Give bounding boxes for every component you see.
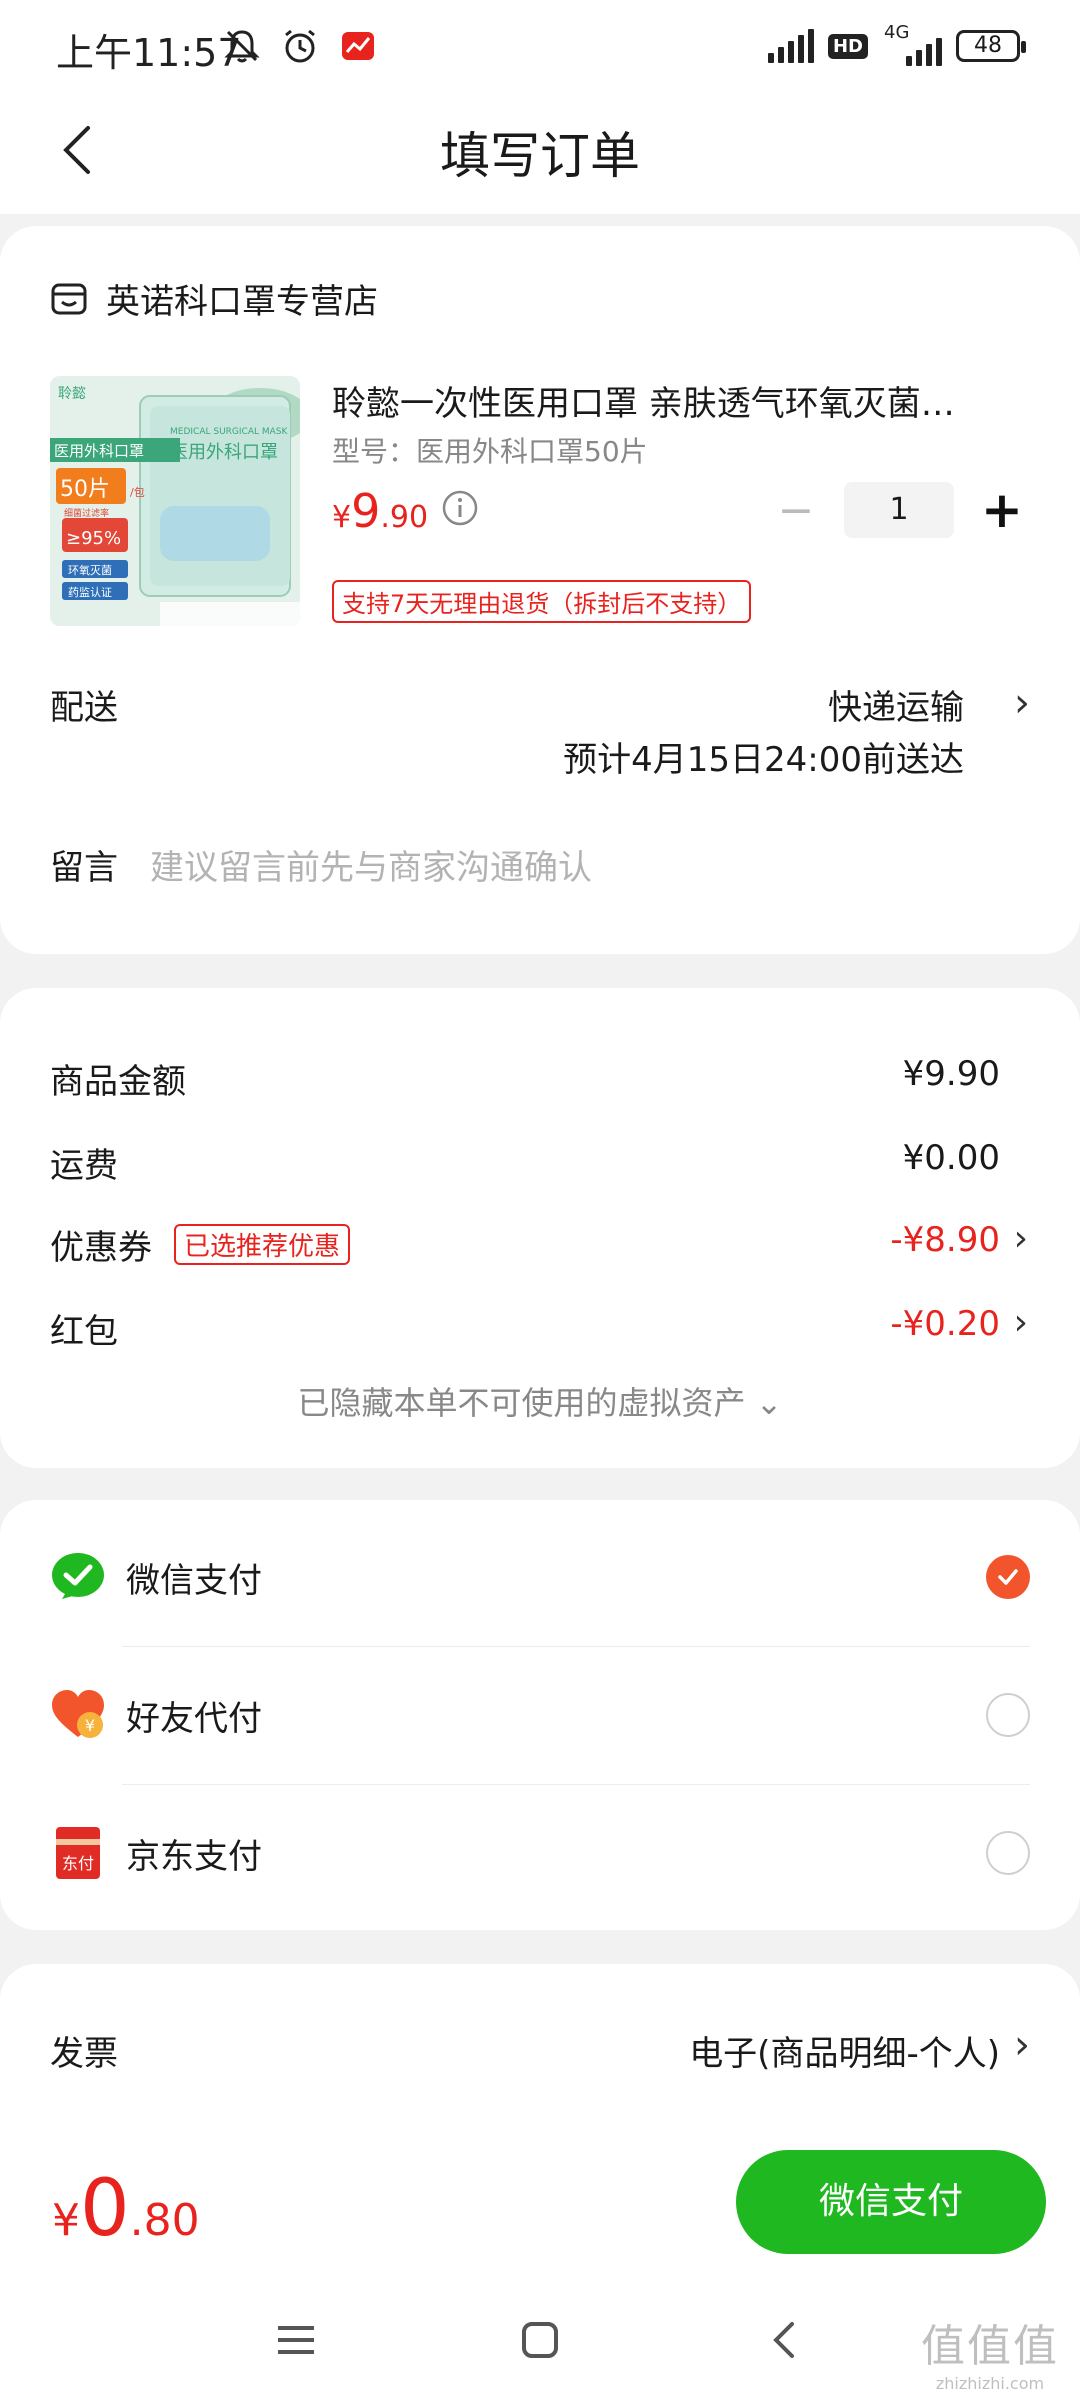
order-item-card: 英诺科口罩专营店 聆懿 MEDICAL SURGICAL MASK 医用外科口罩…	[0, 226, 1080, 954]
checkout-bar: ¥ 0 .80 微信支付	[0, 2130, 1080, 2280]
product-package-image: 聆懿 MEDICAL SURGICAL MASK 医用外科口罩 医用外科口罩 5…	[50, 376, 300, 626]
friend-pay-icon-label: ¥	[85, 1716, 95, 1735]
price-currency: ¥	[332, 500, 352, 535]
red-packet-label: 红包	[50, 1312, 118, 1352]
delivery-eta: 预计4月15日24:00前送达	[563, 740, 964, 780]
check-icon	[998, 1569, 1018, 1585]
home-icon[interactable]	[510, 2310, 570, 2370]
product-image-count: 50片	[60, 477, 110, 502]
increase-quantity-button[interactable]: +	[978, 481, 1026, 539]
payment-option-label: 微信支付	[126, 1560, 262, 1601]
total-integer: 0	[80, 2164, 130, 2254]
stock-app-icon	[342, 32, 374, 60]
payment-method-card: 微信支付 ¥ 好友代付 东付 京东支付	[0, 1500, 1080, 1930]
product-image[interactable]: 聆懿 MEDICAL SURGICAL MASK 医用外科口罩 医用外科口罩 5…	[50, 376, 300, 626]
menu-icon[interactable]	[266, 2310, 326, 2370]
radio-unselected[interactable]	[986, 1693, 1030, 1737]
product-spec: 型号：医用外科口罩50片	[332, 435, 648, 468]
shipping-fee-label: 运费	[50, 1146, 118, 1186]
site-watermark: 值值值 zhizhizhi.com	[910, 2310, 1070, 2393]
status-time: 上午11:57	[56, 31, 242, 75]
wechat-pay-button[interactable]: 微信支付	[736, 2150, 1046, 2254]
product-image-per-bag: /包	[130, 486, 145, 499]
product-image-filter-text: 细菌过滤率	[64, 507, 109, 519]
price-integer: 9	[351, 484, 381, 538]
product-image-cn-label-box: 医用外科口罩	[54, 442, 144, 460]
return-policy-badge: 支持7天无理由退货（拆封后不支持）	[332, 580, 752, 623]
payment-option-label: 好友代付	[126, 1698, 262, 1739]
payment-option-wechat[interactable]: 微信支付	[50, 1508, 1030, 1646]
total-currency: ¥	[52, 2195, 80, 2246]
quantity-value[interactable]: 1	[844, 482, 954, 538]
page-title: 填写订单	[440, 127, 640, 185]
alarm-icon	[285, 29, 315, 63]
coupon-label: 优惠券	[50, 1228, 152, 1268]
goods-amount-label: 商品金额	[50, 1062, 186, 1102]
red-packet-value[interactable]: -¥0.20	[890, 1304, 1000, 1344]
price-decimal: .90	[380, 500, 429, 535]
store-name: 英诺科口罩专营店	[106, 282, 378, 322]
wechat-pay-icon	[52, 1553, 104, 1599]
shipping-fee-value: ¥0.00	[902, 1138, 1000, 1178]
watermark-url: zhizhizhi.com	[935, 2374, 1045, 2393]
status-bar: 上午11:57 HD 4G 48	[0, 0, 1080, 96]
quantity-stepper: − 1 +	[772, 481, 1026, 539]
hd-badge: HD	[827, 33, 868, 59]
memo-label: 留言	[50, 848, 118, 888]
payment-option-label: 京东支付	[126, 1836, 262, 1877]
network-4g-icon: 4G	[882, 22, 942, 66]
radio-unselected[interactable]	[986, 1831, 1030, 1875]
price-summary-card: 商品金额 ¥9.90 运费 ¥0.00 优惠券 已选推荐优惠 -¥8.90 › …	[0, 988, 1080, 1468]
store-header[interactable]: 英诺科口罩专营店	[50, 274, 378, 323]
goods-amount-value: ¥9.90	[902, 1054, 1000, 1094]
product-price: ¥ 9 .90	[332, 484, 428, 538]
decrease-quantity-button[interactable]: −	[772, 485, 820, 536]
coupon-value[interactable]: -¥8.90	[890, 1220, 1000, 1260]
red-packet-chevron-icon[interactable]: ›	[1014, 1302, 1028, 1343]
signal-icon	[767, 29, 814, 63]
product-image-filter-pct: ≥95%	[66, 528, 121, 549]
total-price: ¥ 0 .80	[52, 2164, 200, 2254]
payment-option-friend[interactable]: ¥ 好友代付	[50, 1646, 1030, 1784]
watermark-logo: 值值值	[921, 2321, 1059, 2372]
info-icon[interactable]	[440, 488, 480, 528]
total-decimal: .80	[129, 2195, 200, 2246]
status-icons-right: HD 4G 48	[767, 22, 1026, 66]
delivery-label: 配送	[50, 688, 118, 728]
jd-pay-icon: 东付	[56, 1827, 100, 1879]
radio-selected[interactable]	[986, 1555, 1030, 1599]
delivery-chevron-icon[interactable]: ›	[1014, 680, 1030, 726]
product-image-brand: 聆懿	[58, 386, 86, 402]
product-title[interactable]: 聆懿一次性医用口罩 亲肤透气环氧灭菌…	[332, 376, 1032, 425]
friend-pay-heart-icon: ¥	[52, 1690, 104, 1738]
product-image-sterile: 环氧灭菌	[68, 563, 112, 577]
back-nav-icon[interactable]	[756, 2310, 816, 2370]
product-image-cn-label: 医用外科口罩	[170, 442, 278, 463]
store-icon	[51, 283, 87, 314]
invoice-value[interactable]: 电子(商品明细-个人)	[689, 2026, 1000, 2075]
jd-pay-icon-label: 东付	[62, 1854, 94, 1873]
battery-icon: 48	[956, 30, 1026, 62]
status-icons-left	[222, 26, 378, 66]
memo-input[interactable]: 建议留言前先与商家沟通确认	[150, 840, 592, 889]
invoice-chevron-icon[interactable]: ›	[1014, 2022, 1030, 2068]
coupon-chevron-icon[interactable]: ›	[1014, 1218, 1028, 1259]
invoice-label: 发票	[50, 2034, 118, 2074]
mute-bell-icon	[224, 30, 260, 63]
hidden-assets-toggle[interactable]: 已隐藏本单不可使用的虚拟资产 ⌄	[0, 1378, 1080, 1424]
product-image-en-label: MEDICAL SURGICAL MASK	[170, 427, 288, 437]
coupon-badge: 已选推荐优惠	[174, 1224, 351, 1265]
delivery-method[interactable]: 快递运输	[828, 680, 964, 729]
product-image-certified: 药监认证	[68, 586, 112, 599]
page-header: 填写订单	[0, 96, 1080, 214]
payment-option-jd[interactable]: 东付 京东支付	[50, 1784, 1030, 1922]
